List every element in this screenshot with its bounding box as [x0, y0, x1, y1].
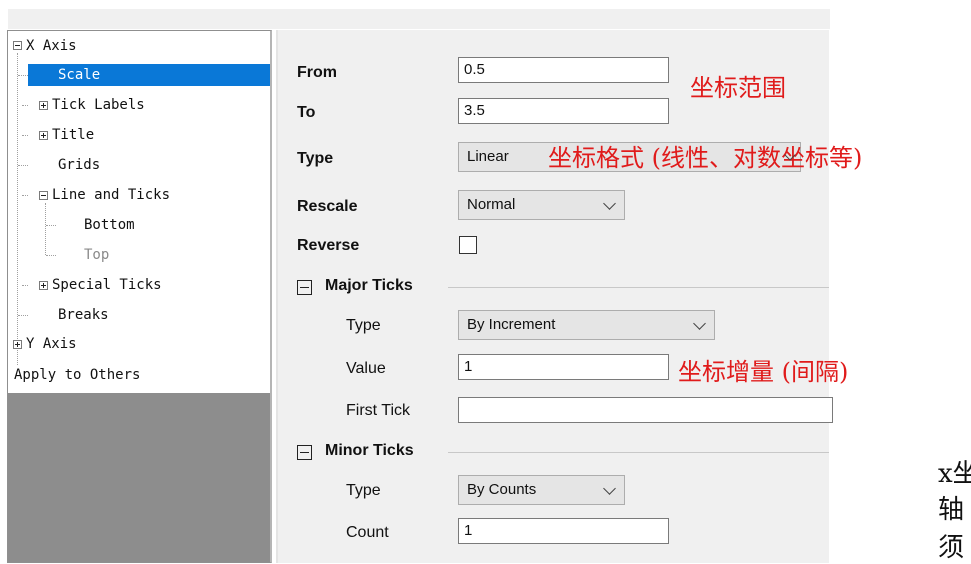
tree-connector: [45, 203, 46, 255]
tree-item-x-axis[interactable]: X Axis: [26, 35, 77, 57]
expand-icon[interactable]: [39, 131, 48, 140]
rescale-select[interactable]: Normal: [458, 190, 625, 220]
tree-connector: [22, 285, 28, 286]
to-label: To: [297, 104, 316, 121]
expand-icon[interactable]: [13, 340, 22, 349]
rescale-label: Rescale: [297, 198, 358, 215]
section-divider: [448, 452, 829, 453]
collapse-section-icon[interactable]: [297, 280, 312, 295]
tree-connector: [18, 75, 28, 76]
collapse-icon[interactable]: [39, 191, 48, 200]
tree-connector: [17, 53, 18, 365]
annotation-format-text: 坐标格式 (线性、对数坐标等): [548, 144, 863, 172]
minor-type-select[interactable]: By Counts: [458, 475, 625, 505]
settings-tree[interactable]: X Axis Scale Tick Labels Title Grids Lin…: [7, 30, 272, 563]
tree-item-top[interactable]: Top: [84, 244, 109, 266]
major-value-input[interactable]: 1: [458, 354, 669, 380]
type-label: Type: [297, 150, 334, 167]
major-type-select[interactable]: By Increment: [458, 310, 715, 340]
tree-item-line-and-ticks[interactable]: Line and Ticks: [52, 184, 170, 206]
tree-item-tick-labels[interactable]: Tick Labels: [52, 94, 145, 116]
tree-item-special-ticks[interactable]: Special Ticks: [52, 274, 162, 296]
first-tick-label: First Tick: [346, 402, 410, 419]
section-divider: [448, 287, 829, 288]
chevron-down-icon: [693, 317, 706, 330]
reverse-label: Reverse: [297, 237, 360, 254]
tree-item-apply-to-others[interactable]: Apply to Others: [14, 364, 140, 386]
major-type-label: Type: [346, 317, 381, 334]
tree-item-title[interactable]: Title: [52, 124, 94, 146]
count-input[interactable]: 1: [458, 518, 669, 544]
tree-connector: [18, 315, 28, 316]
tree-empty-area: [8, 393, 270, 562]
side-text-line2: 轴: [938, 495, 965, 525]
top-bar: [8, 9, 830, 29]
from-input[interactable]: 0.5: [458, 57, 669, 83]
annotation-format: 坐标格式 (线性、对数坐标等): [548, 144, 862, 172]
expand-icon[interactable]: [39, 281, 48, 290]
minor-ticks-header: Minor Ticks: [325, 442, 414, 459]
scale-settings-panel: From 0.5 To 3.5 Type Linear Rescale Norm…: [278, 30, 833, 563]
collapse-icon[interactable]: [13, 41, 22, 50]
minor-type-label: Type: [346, 482, 381, 499]
reverse-checkbox[interactable]: [459, 236, 477, 254]
tree-connector: [46, 225, 56, 226]
annotation-range: 坐标范围: [690, 74, 786, 102]
major-ticks-header: Major Ticks: [325, 277, 413, 294]
tree-item-bottom[interactable]: Bottom: [84, 214, 135, 236]
collapse-section-icon[interactable]: [297, 445, 312, 460]
tree-connector: [22, 135, 28, 136]
annotation-increment: 坐标增量 (间隔): [678, 358, 849, 386]
rescale-value: Normal: [467, 196, 516, 213]
tree-connector: [18, 165, 28, 166]
major-type-value: By Increment: [467, 316, 556, 333]
count-label: Count: [346, 524, 389, 541]
to-input[interactable]: 3.5: [458, 98, 669, 124]
tree-connector: [22, 195, 28, 196]
side-text-line3: 须: [938, 533, 965, 563]
chevron-down-icon: [603, 482, 616, 495]
scale-type-value: Linear: [467, 148, 509, 165]
tree-connector: [22, 105, 28, 106]
minor-type-value: By Counts: [467, 481, 537, 498]
tree-item-scale[interactable]: Scale: [28, 64, 270, 86]
major-value-label: Value: [346, 360, 386, 377]
chevron-down-icon: [603, 197, 616, 210]
tree-connector: [46, 255, 56, 256]
expand-icon[interactable]: [39, 101, 48, 110]
tree-item-breaks[interactable]: Breaks: [58, 304, 109, 326]
from-label: From: [297, 64, 337, 81]
tree-item-y-axis[interactable]: Y Axis: [26, 333, 77, 355]
side-text-line1: x坐: [938, 459, 971, 489]
first-tick-input[interactable]: [458, 397, 833, 423]
tree-item-grids[interactable]: Grids: [58, 154, 100, 176]
